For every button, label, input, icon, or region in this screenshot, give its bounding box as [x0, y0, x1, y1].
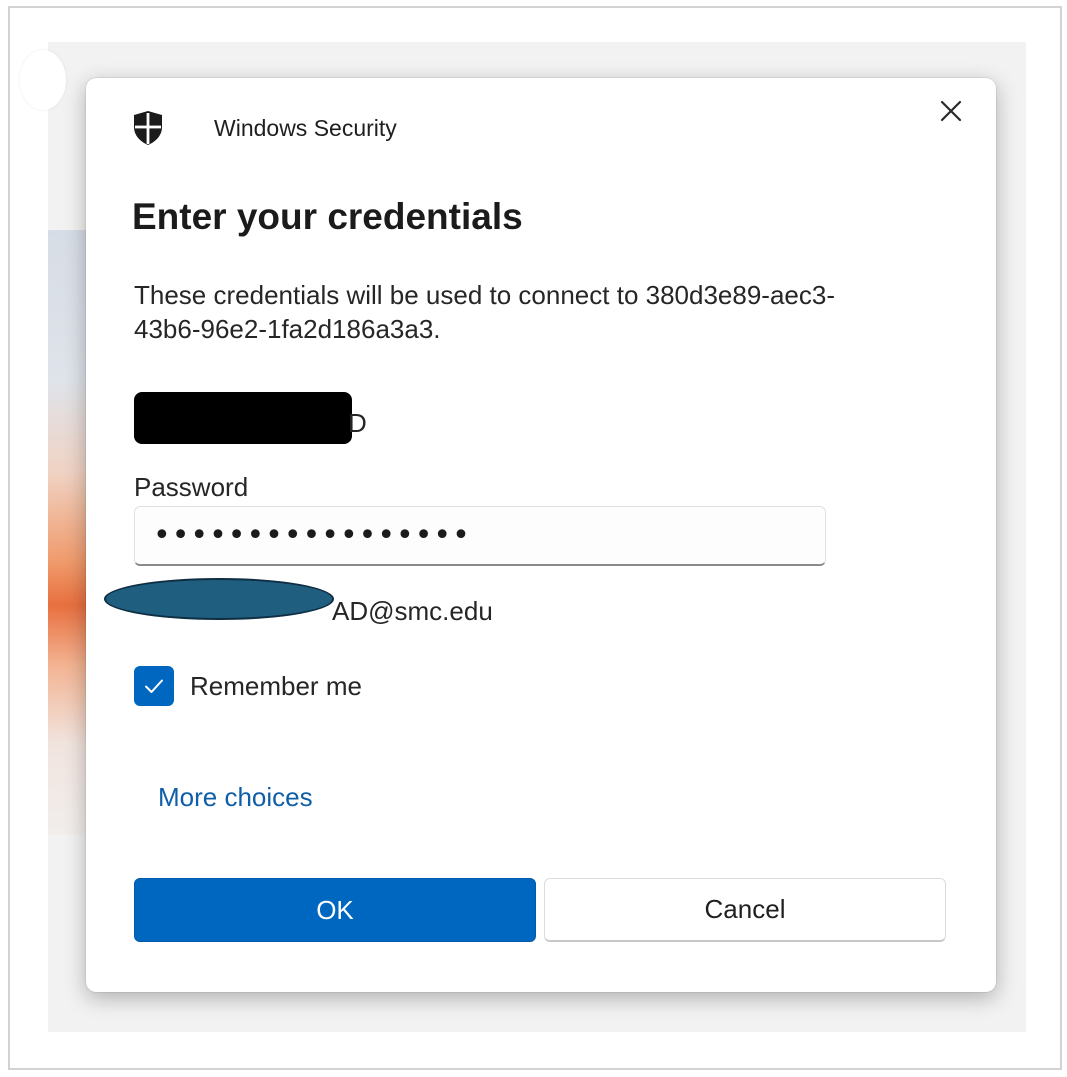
dialog-heading: Enter your credentials [132, 196, 523, 237]
checkmark-icon [134, 666, 174, 706]
close-button[interactable] [926, 92, 976, 134]
background-window-edge [20, 50, 66, 110]
shield-icon [132, 110, 164, 146]
username-redaction [134, 392, 352, 444]
more-choices-link[interactable]: More choices [158, 782, 313, 813]
password-field[interactable] [134, 506, 826, 566]
dialog-description: These credentials will be used to connec… [134, 280, 835, 344]
username-text: D [348, 408, 367, 438]
remember-me-label: Remember me [190, 670, 362, 701]
cancel-button[interactable]: Cancel [544, 878, 946, 942]
window-title: Windows Security [214, 115, 397, 141]
account-redaction [104, 578, 334, 620]
ok-button[interactable]: OK [134, 878, 536, 942]
password-label: Password [134, 472, 249, 502]
remember-me-checkbox[interactable]: Remember me [134, 666, 362, 706]
credentials-dialog: Windows Security Enter your credentials … [86, 78, 996, 992]
close-icon [939, 99, 963, 128]
